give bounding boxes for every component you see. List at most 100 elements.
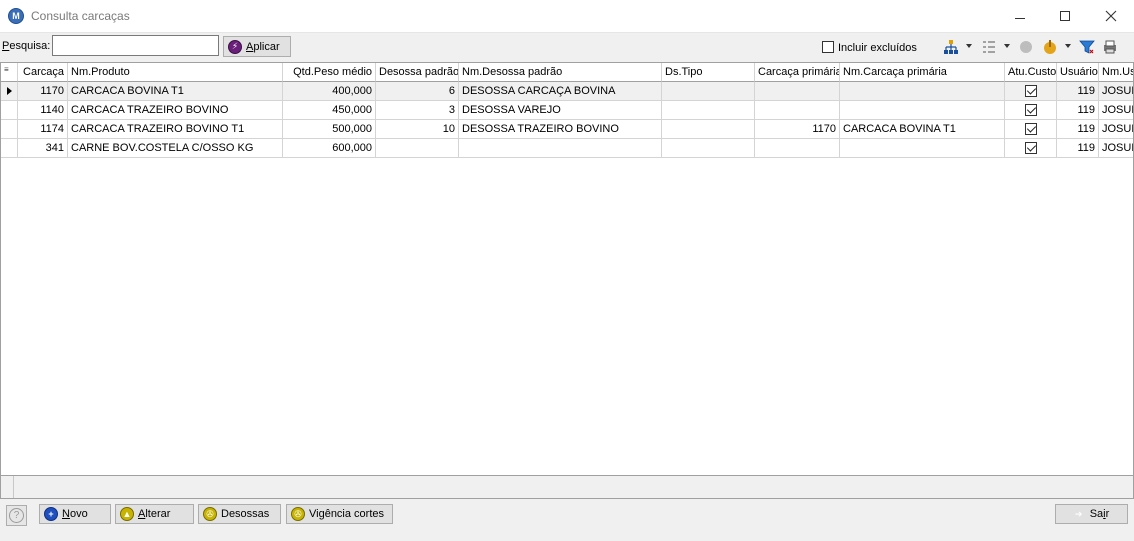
- printer-icon[interactable]: [1101, 38, 1119, 56]
- row-indicator[interactable]: [1, 139, 18, 158]
- cell-nm-carcaca-primaria[interactable]: [840, 139, 1005, 158]
- cell-usuario[interactable]: 119: [1057, 139, 1099, 158]
- cell-nm-produto[interactable]: CARNE BOV.COSTELA C/OSSO KG: [68, 139, 283, 158]
- exit-arrow-icon: ➔: [1074, 508, 1083, 519]
- cell-atu-custo[interactable]: [1005, 139, 1057, 158]
- cell-atu-custo[interactable]: [1005, 120, 1057, 139]
- cell-desossa-padrao[interactable]: 6: [376, 82, 459, 101]
- cell-desossa-padrao[interactable]: 10: [376, 120, 459, 139]
- hand-dropdown-icon[interactable]: [1065, 44, 1071, 48]
- cell-nm-desossa-padrao[interactable]: DESOSSA TRAZEIRO BOVINO: [459, 120, 662, 139]
- radiation-icon: ✇: [291, 507, 305, 521]
- column-chooser-icon[interactable]: ≡: [1, 63, 18, 82]
- include-deleted-checkbox[interactable]: [822, 41, 834, 53]
- cell-desossa-padrao[interactable]: [376, 139, 459, 158]
- column-header-qtd-peso-medio[interactable]: Qtd.Peso médio: [283, 63, 376, 82]
- cell-nm-usuario[interactable]: JOSUE: [1099, 139, 1133, 158]
- row-selected-arrow-icon: [7, 87, 12, 95]
- summary-indicator-cell: [1, 476, 14, 498]
- maximize-button[interactable]: [1042, 0, 1088, 32]
- list-dropdown-icon[interactable]: [1004, 44, 1010, 48]
- help-button[interactable]: ?: [6, 505, 27, 526]
- cell-atu-custo[interactable]: [1005, 82, 1057, 101]
- cell-usuario[interactable]: 119: [1057, 120, 1099, 139]
- grid-summary-bar: [0, 476, 1134, 499]
- row-indicator[interactable]: [1, 120, 18, 139]
- cell-nm-carcaca-primaria[interactable]: [840, 101, 1005, 120]
- deboning-button[interactable]: ✇ Desossas: [198, 504, 281, 524]
- cell-carcaca-primaria[interactable]: 1170: [755, 120, 840, 139]
- column-header-carcaca-primaria[interactable]: Carcaça primária: [755, 63, 840, 82]
- exit-button[interactable]: ➔ Sa i r: [1055, 504, 1128, 524]
- close-button[interactable]: [1088, 0, 1134, 32]
- cell-nm-produto[interactable]: CARCACA TRAZEIRO BOVINO T1: [68, 120, 283, 139]
- table-row[interactable]: 1170 CARCACA BOVINA T1 400,000 6 DESOSSA CAR…: [1, 82, 1133, 101]
- cell-nm-desossa-padrao[interactable]: DESOSSA CARCAÇA BOVINA: [459, 82, 662, 101]
- hand-pointer-icon[interactable]: [1041, 38, 1059, 56]
- cell-carcaca-primaria[interactable]: [755, 101, 840, 120]
- cell-carcaca[interactable]: 341: [18, 139, 68, 158]
- atu-custo-checkbox[interactable]: [1024, 123, 1037, 135]
- list-tree-icon[interactable]: [980, 38, 998, 56]
- cuts-validity-button[interactable]: ✇ Vigência cortes: [286, 504, 393, 524]
- minimize-icon: [1015, 17, 1025, 19]
- app-logo-icon: M: [8, 8, 24, 24]
- cell-carcaca-primaria[interactable]: [755, 82, 840, 101]
- include-deleted-label: Incluir excluídos: [838, 42, 917, 54]
- cell-qtd-peso-medio[interactable]: 450,000: [283, 101, 376, 120]
- hierarchy-dropdown-icon[interactable]: [966, 44, 972, 48]
- column-header-carcaca[interactable]: Carcaça: [18, 63, 68, 82]
- atu-custo-checkbox[interactable]: [1024, 142, 1037, 154]
- filter-icon[interactable]: [1078, 38, 1096, 56]
- cell-nm-desossa-padrao[interactable]: DESOSSA VAREJO: [459, 101, 662, 120]
- cell-nm-produto[interactable]: CARCACA BOVINA T1: [68, 82, 283, 101]
- new-button[interactable]: + Novo: [39, 504, 111, 524]
- cell-nm-desossa-padrao[interactable]: [459, 139, 662, 158]
- atu-custo-checkbox[interactable]: [1024, 104, 1037, 116]
- table-row[interactable]: 1174 CARCACA TRAZEIRO BOVINO T1 500,000 10 D…: [1, 120, 1133, 139]
- column-header-atu-custo[interactable]: Atu.Custo: [1005, 63, 1057, 82]
- cell-usuario[interactable]: 119: [1057, 82, 1099, 101]
- apply-button[interactable]: ⚡ Aplicar: [223, 36, 291, 57]
- hierarchy-icon[interactable]: [942, 38, 960, 56]
- edit-button[interactable]: ▲ Alterar: [115, 504, 194, 524]
- cell-qtd-peso-medio[interactable]: 600,000: [283, 139, 376, 158]
- cell-nm-usuario[interactable]: JOSUE: [1099, 120, 1133, 139]
- cell-usuario[interactable]: 119: [1057, 101, 1099, 120]
- cell-carcaca-primaria[interactable]: [755, 139, 840, 158]
- cell-carcaca[interactable]: 1170: [18, 82, 68, 101]
- cell-nm-carcaca-primaria[interactable]: CARCACA BOVINA T1: [840, 120, 1005, 139]
- cell-carcaca[interactable]: 1174: [18, 120, 68, 139]
- row-indicator[interactable]: [1, 82, 18, 101]
- column-header-usuario[interactable]: Usuário: [1057, 63, 1099, 82]
- cell-ds-tipo[interactable]: [662, 120, 755, 139]
- search-input[interactable]: [52, 35, 219, 56]
- cell-nm-usuario[interactable]: JOSUE: [1099, 101, 1133, 120]
- help-icon: ?: [9, 508, 24, 523]
- column-header-nm-usuario[interactable]: Nm.Us: [1099, 63, 1133, 82]
- table-row[interactable]: 341 CARNE BOV.COSTELA C/OSSO KG 600,000 119…: [1, 139, 1133, 158]
- cell-carcaca[interactable]: 1140: [18, 101, 68, 120]
- table-row[interactable]: 1140 CARCACA TRAZEIRO BOVINO 450,000 3 DESOS…: [1, 101, 1133, 120]
- carcass-grid[interactable]: ≡ Carcaça Nm.Produto Qtd.Peso médio Deso…: [0, 62, 1134, 476]
- cell-ds-tipo[interactable]: [662, 101, 755, 120]
- cell-nm-produto[interactable]: CARCACA TRAZEIRO BOVINO: [68, 101, 283, 120]
- cell-nm-carcaca-primaria[interactable]: [840, 82, 1005, 101]
- row-indicator[interactable]: [1, 101, 18, 120]
- column-header-nm-carcaca-primaria[interactable]: Nm.Carcaça primária: [840, 63, 1005, 82]
- column-header-nm-desossa-padrao[interactable]: Nm.Desossa padrão: [459, 63, 662, 82]
- cell-ds-tipo[interactable]: [662, 139, 755, 158]
- maximize-icon: [1060, 11, 1070, 21]
- atu-custo-checkbox[interactable]: [1024, 85, 1037, 97]
- cell-qtd-peso-medio[interactable]: 400,000: [283, 82, 376, 101]
- column-header-nm-produto[interactable]: Nm.Produto: [68, 63, 283, 82]
- minimize-button[interactable]: [997, 0, 1043, 32]
- cell-atu-custo[interactable]: [1005, 101, 1057, 120]
- cell-desossa-padrao[interactable]: 3: [376, 101, 459, 120]
- column-header-desossa-padrao[interactable]: Desossa padrão: [376, 63, 459, 82]
- column-header-ds-tipo[interactable]: Ds.Tipo: [662, 63, 755, 82]
- cell-ds-tipo[interactable]: [662, 82, 755, 101]
- record-icon[interactable]: [1017, 38, 1035, 56]
- cell-qtd-peso-medio[interactable]: 500,000: [283, 120, 376, 139]
- cell-nm-usuario[interactable]: JOSUE: [1099, 82, 1133, 101]
